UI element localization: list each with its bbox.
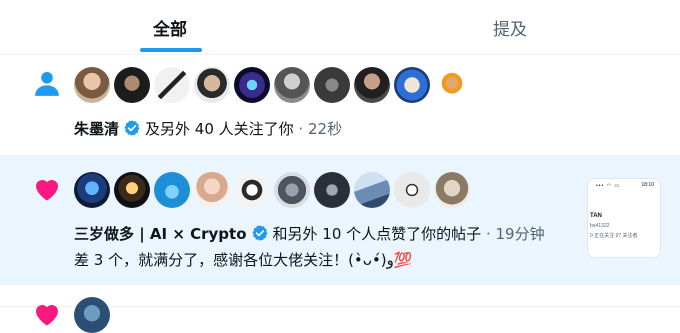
thumbnail-time: 18:10 xyxy=(641,182,654,188)
post-thumbnail[interactable]: ••• ◠ ▭ 18:10 TAN bo41322 0 正在关注 97 关注者 xyxy=(587,178,661,258)
separator: · xyxy=(298,120,304,138)
follower-avatars xyxy=(74,67,470,103)
notification-follow[interactable]: 朱墨清 及另外 40 人关注了你 · 22秒 xyxy=(0,55,680,156)
avatar[interactable] xyxy=(114,172,150,208)
post-text[interactable]: 差 3 个，就满分了，感谢各位大佬关注！(•̀ᴗ•́)و💯 xyxy=(74,250,413,270)
notification-like-partial[interactable] xyxy=(0,285,680,333)
avatar[interactable] xyxy=(234,172,270,208)
action-text: 和另外 10 个人点赞了你的帖子 xyxy=(272,225,482,243)
timestamp: 22秒 xyxy=(307,120,343,138)
avatar[interactable] xyxy=(314,67,350,103)
avatar[interactable] xyxy=(434,172,470,208)
active-tab-indicator xyxy=(140,48,202,52)
heart-icon xyxy=(32,299,62,333)
verified-badge-icon xyxy=(123,119,141,142)
heart-icon xyxy=(32,174,62,208)
actor-name[interactable]: 三岁做多 | AI × Crypto xyxy=(74,225,247,243)
separator: · xyxy=(485,225,491,243)
avatar[interactable] xyxy=(234,67,270,103)
avatar[interactable] xyxy=(154,172,190,208)
avatar[interactable] xyxy=(354,67,390,103)
avatar[interactable] xyxy=(354,172,390,208)
thumbnail-status-icons: ••• ◠ ▭ xyxy=(596,183,621,189)
notification-like[interactable]: 三岁做多 | AI × Crypto 和另外 10 个人点赞了你的帖子 · 19分… xyxy=(0,156,680,285)
avatar[interactable] xyxy=(274,67,310,103)
avatar[interactable] xyxy=(274,172,310,208)
notification-text: 朱墨清 及另外 40 人关注了你 · 22秒 xyxy=(74,119,342,142)
thumbnail-name: TAN xyxy=(590,213,602,219)
avatar[interactable] xyxy=(74,67,110,103)
thumbnail-handle: bo41322 xyxy=(590,223,610,229)
actor-name[interactable]: 朱墨清 xyxy=(74,120,119,138)
tab-mentions[interactable]: 提及 xyxy=(340,0,680,54)
action-text: 及另外 40 人关注了你 xyxy=(145,120,294,138)
person-icon xyxy=(32,69,62,103)
tab-all[interactable]: 全部 xyxy=(0,0,340,54)
avatar[interactable] xyxy=(74,172,110,208)
timestamp: 19分钟 xyxy=(495,225,545,243)
avatar[interactable] xyxy=(394,172,430,208)
thumbnail-stats: 0 正在关注 97 关注者 xyxy=(590,233,638,239)
avatar[interactable] xyxy=(434,67,470,103)
notification-text: 三岁做多 | AI × Crypto 和另外 10 个人点赞了你的帖子 · 19分… xyxy=(74,224,545,247)
avatar[interactable] xyxy=(394,67,430,103)
avatar[interactable] xyxy=(74,297,110,333)
notification-tabs: 全部 提及 xyxy=(0,0,680,55)
avatar[interactable] xyxy=(314,172,350,208)
avatar[interactable] xyxy=(194,172,230,208)
avatar[interactable] xyxy=(194,67,230,103)
verified-badge-icon xyxy=(251,224,269,247)
avatar[interactable] xyxy=(154,67,190,103)
avatar[interactable] xyxy=(114,67,150,103)
liker-avatars xyxy=(74,172,470,208)
